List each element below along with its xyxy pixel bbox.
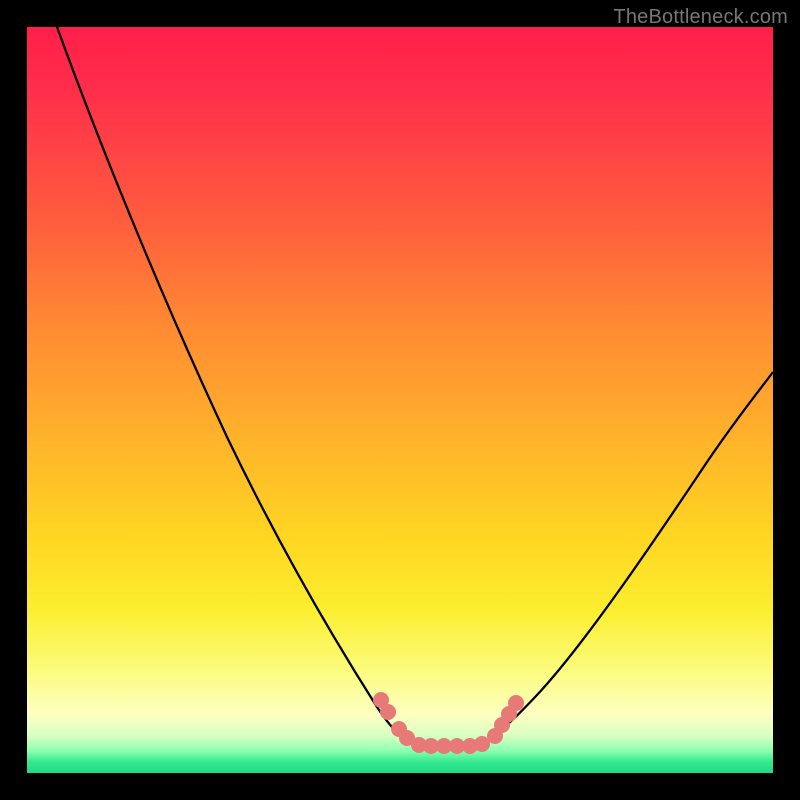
left-curve	[57, 27, 417, 745]
chart-frame: TheBottleneck.com	[0, 0, 800, 800]
bottleneck-curve	[27, 27, 773, 773]
marker-group	[373, 692, 524, 754]
watermark-text: TheBottleneck.com	[613, 6, 788, 29]
plot-area	[27, 27, 773, 773]
marker-dot	[380, 704, 396, 720]
marker-dot	[508, 695, 524, 711]
right-curve	[477, 372, 773, 745]
